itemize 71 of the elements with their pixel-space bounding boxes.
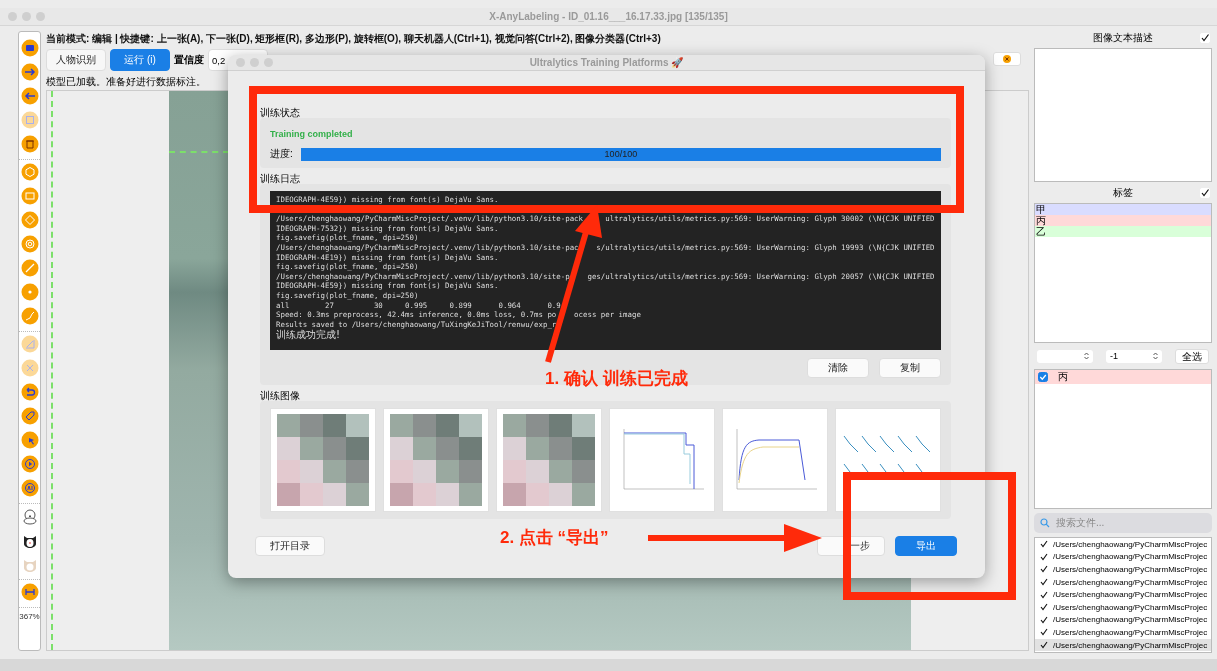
stop-button[interactable] (993, 52, 1021, 66)
file-path: /Users/chenghaowang/PyCharmMiscProjec (1053, 602, 1208, 612)
toolbar-button[interactable]: 运行 (i) (110, 49, 170, 71)
open-folder-button[interactable]: 打开目录 (255, 536, 325, 556)
zoom-level: 367% (19, 612, 40, 621)
shortcut-hint: 当前模式: 编辑 | 快捷键: 上一张(A), 下一张(D), 矩形框(R), 多边形(P), 旋转框(O), 聊天机器人(Ctrl+1), 视觉问答(Ctrl+2), 图像分类器(Ctrl+3) (46, 31, 662, 46)
section-title: 训练图像 (260, 390, 300, 401)
undo-tool-icon[interactable] (20, 383, 39, 401)
image-thumbnail[interactable] (609, 408, 715, 512)
checkbox[interactable] (1040, 590, 1048, 599)
file-path: /Users/chenghaowang/PyCharmMiscProjec (1053, 615, 1208, 625)
toolbar-button[interactable]: 人物识别 (46, 49, 106, 71)
file-path: /Users/chenghaowang/PyCharmMiscProjec (1053, 640, 1208, 650)
file-path: /Users/chenghaowang/PyCharmMiscProjec (1053, 552, 1208, 562)
checkbox[interactable] (1040, 641, 1048, 650)
chevron-icon (1153, 352, 1158, 360)
ai-tool-icon[interactable] (20, 479, 39, 497)
description-field[interactable] (1034, 48, 1212, 182)
play-tool-icon[interactable] (20, 455, 39, 473)
checkbox[interactable] (1040, 603, 1048, 612)
label-item[interactable]: 丙 (1035, 215, 1211, 226)
annotation-label: 2. 点击 “导出” (500, 527, 609, 549)
chevron-icon (1084, 352, 1089, 360)
dialog-title: Ultralytics Training Platforms 🚀 (529, 57, 684, 68)
section-title: 训练状态 (260, 107, 300, 118)
training-status: Training completed (270, 129, 354, 139)
section-title: 训练日志 (260, 173, 300, 184)
panel-title: 标签 (1113, 185, 1133, 200)
annotation-label: 1. 确认 训练已完成 (545, 368, 688, 390)
checkbox[interactable] (1040, 552, 1048, 561)
status-message: 模型已加载。准备好进行数据标注。 (46, 75, 207, 89)
next-tool-icon[interactable] (20, 63, 39, 81)
image-thumbnail[interactable] (496, 408, 602, 512)
window-title: X-AnyLabeling - ID_01.16___16.17.33.jpg [135/135] (489, 11, 728, 22)
file-path: /Users/chenghaowang/PyCharmMiscProjec (1053, 627, 1208, 637)
file-path: /Users/chenghaowang/PyCharmMiscProjec (1053, 539, 1208, 549)
shape-label: 丙 (1058, 370, 1068, 384)
image-thumbnail[interactable] (835, 408, 941, 512)
fit-tool-icon[interactable] (20, 583, 39, 601)
checkbox[interactable] (1040, 565, 1048, 574)
checkbox[interactable] (1038, 372, 1048, 382)
shape-row[interactable]: 丙 (1035, 370, 1211, 384)
confidence-label: 置信度 (174, 53, 204, 67)
image-thumbnail[interactable] (722, 408, 828, 512)
checkbox[interactable] (1040, 628, 1048, 637)
panel-title: 图像文本描述 (1093, 30, 1153, 45)
progress-text: 100/100 (604, 147, 638, 161)
file-path: /Users/chenghaowang/PyCharmMiscProjec (1053, 565, 1208, 574)
folder-tool-icon[interactable] (20, 39, 39, 57)
log-button[interactable]: 清除 (807, 358, 869, 378)
search-icon (1040, 518, 1050, 528)
dropdown[interactable]: -1 (1106, 349, 1162, 363)
checkbox[interactable] (1040, 578, 1048, 587)
close-icon (1003, 55, 1011, 63)
checkbox[interactable] (1040, 615, 1048, 624)
image-thumbnail[interactable] (270, 408, 376, 512)
trash-tool-icon[interactable] (20, 135, 39, 153)
file-path: /Users/chenghaowang/PyCharmMiscProjec (1053, 577, 1208, 587)
label-item[interactable]: 甲 (1035, 204, 1211, 215)
prev-tool-icon[interactable] (20, 87, 39, 105)
progress-label: 进度: (270, 147, 293, 161)
checkbox[interactable] (1040, 540, 1048, 549)
tag-tool-icon[interactable] (20, 407, 39, 425)
export-button[interactable]: 导出 (895, 536, 957, 556)
file-path: /Users/chenghaowang/PyCharmMiscProjec (1053, 590, 1208, 600)
image-thumbnail[interactable] (383, 408, 489, 512)
log-line: 训练成功完成! (276, 329, 341, 341)
select-all-button[interactable]: 全选 (1175, 348, 1209, 364)
log-button[interactable]: 复制 (879, 358, 941, 378)
label-item[interactable]: 乙 (1035, 226, 1211, 237)
cursor-tool-icon[interactable] (20, 431, 39, 449)
